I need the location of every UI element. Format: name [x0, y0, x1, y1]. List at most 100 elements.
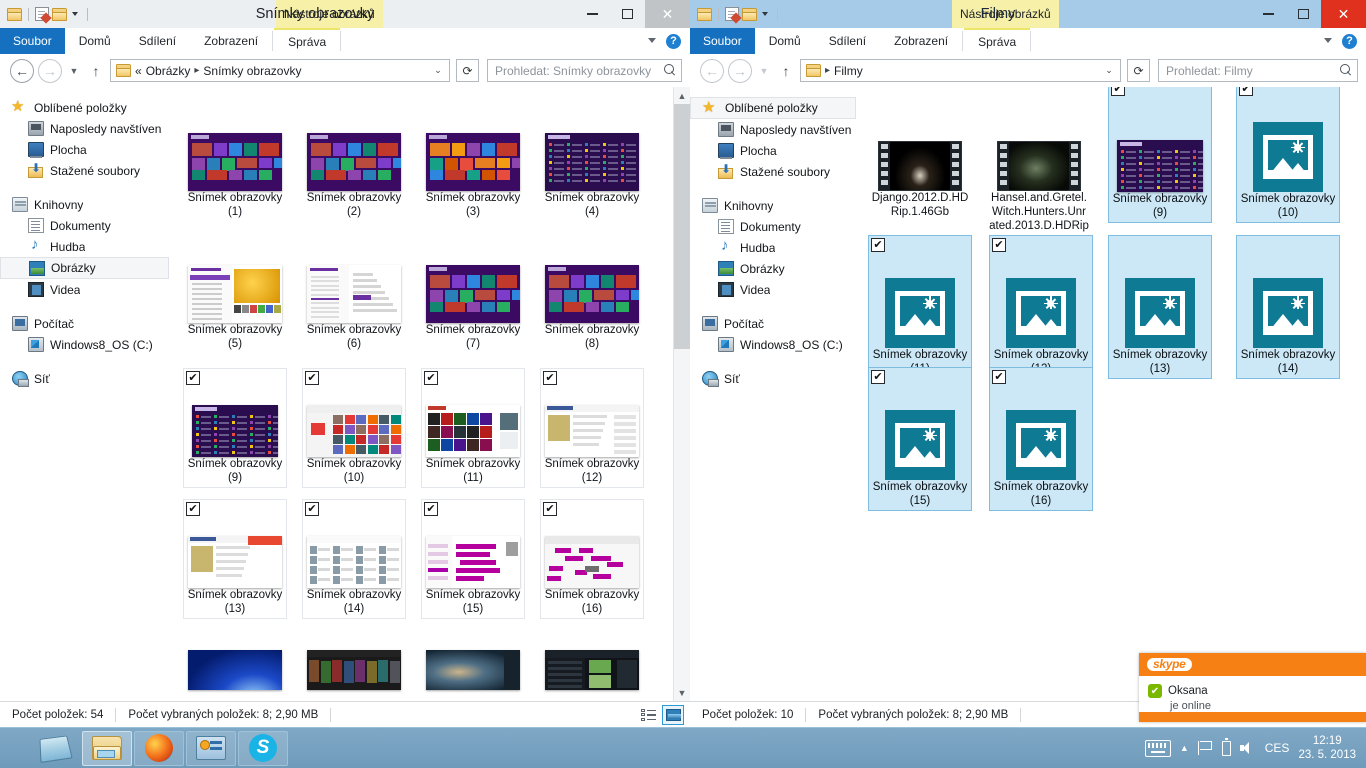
- tab-sprava[interactable]: Správa: [274, 28, 340, 54]
- items-view[interactable]: Django.2012.D.HDRip.1.46GbHansel.and.Gre…: [862, 87, 1366, 701]
- language-indicator[interactable]: CES: [1265, 741, 1290, 755]
- sidebar-item-sta-en-soubory[interactable]: Stažené soubory: [690, 161, 862, 182]
- file-item[interactable]: [421, 630, 525, 692]
- breadcrumb-item-current[interactable]: Filmy: [834, 64, 863, 78]
- speaker-icon[interactable]: [1240, 741, 1256, 755]
- quick-access-toolbar[interactable]: [690, 0, 781, 28]
- folder-icon[interactable]: [697, 8, 712, 21]
- file-item[interactable]: Hansel.and.Gretel.Witch.Hunters.Unrated.…: [987, 105, 1091, 235]
- clock[interactable]: 12:19 23. 5. 2013: [1298, 734, 1356, 762]
- forward-button[interactable]: →: [38, 59, 62, 83]
- item-checkbox[interactable]: ✔: [305, 502, 319, 516]
- file-item[interactable]: ✔Snímek obrazovky (16): [540, 499, 644, 619]
- taskbar[interactable]: S ▲ CES 12:19 23. 5. 2013: [0, 727, 1366, 768]
- file-item[interactable]: ✔Snímek obrazovky (13): [183, 499, 287, 619]
- file-item[interactable]: [302, 630, 406, 692]
- item-checkbox[interactable]: ✔: [186, 502, 200, 516]
- sidebar-item-obl-ben-polo-ky[interactable]: Oblíbené položky: [690, 97, 856, 119]
- address-bar[interactable]: ▸ Filmy ⌄: [800, 59, 1121, 82]
- sidebar-item-plocha[interactable]: Plocha: [690, 140, 862, 161]
- details-view-button[interactable]: [637, 705, 659, 725]
- file-item[interactable]: ✔Snímek obrazovky (14): [302, 499, 406, 619]
- chevron-down-icon[interactable]: [760, 8, 771, 20]
- file-item[interactable]: Snímek obrazovky (6): [302, 237, 406, 353]
- file-item[interactable]: Snímek obrazovky (1): [183, 105, 287, 221]
- file-item[interactable]: Snímek obrazovky (7): [421, 237, 525, 353]
- tab-zobrazeni[interactable]: Zobrazení: [880, 28, 962, 54]
- window-buttons[interactable]: ✕: [575, 0, 690, 28]
- sidebar-item-dokumenty[interactable]: Dokumenty: [690, 216, 862, 237]
- item-checkbox[interactable]: ✔: [992, 370, 1006, 384]
- sidebar-item-obl-ben-polo-ky[interactable]: Oblíbené položky: [0, 97, 175, 118]
- address-dropdown-icon[interactable]: ⌄: [430, 65, 446, 76]
- file-item[interactable]: Snímek obrazovky (2): [302, 105, 406, 221]
- item-checkbox[interactable]: ✔: [543, 371, 557, 385]
- item-checkbox[interactable]: ✔: [543, 502, 557, 516]
- help-icon[interactable]: ?: [666, 34, 681, 49]
- file-item[interactable]: ✔Snímek obrazovky (11): [421, 368, 525, 488]
- navigation-pane[interactable]: Oblíbené položkyNaposledy navštívenPloch…: [690, 87, 862, 701]
- control-panel-button[interactable]: [186, 731, 236, 766]
- refresh-button[interactable]: ⟳: [456, 59, 479, 82]
- file-item[interactable]: [540, 630, 644, 692]
- sidebar-item-hudba[interactable]: Hudba: [0, 236, 175, 257]
- system-tray[interactable]: ▲ CES 12:19 23. 5. 2013: [1145, 728, 1366, 768]
- address-bar[interactable]: « Obrázky ▸ Snímky obrazovky ⌄: [110, 59, 450, 82]
- sidebar-item-po-ta[interactable]: Počítač: [0, 313, 175, 334]
- file-item[interactable]: ✔Snímek obrazovky (12): [540, 368, 644, 488]
- scroll-up-button[interactable]: ▲: [674, 87, 690, 104]
- search-box[interactable]: Prohledat: Filmy: [1158, 59, 1358, 82]
- item-checkbox[interactable]: ✔: [1239, 87, 1253, 96]
- sidebar-item-knihovny[interactable]: Knihovny: [690, 195, 862, 216]
- maximize-button[interactable]: [610, 0, 645, 28]
- maximize-button[interactable]: [1286, 0, 1321, 28]
- search-input[interactable]: Prohledat: Filmy: [1166, 64, 1340, 78]
- file-item[interactable]: Snímek obrazovky (4): [540, 105, 644, 221]
- file-item[interactable]: ✔Snímek obrazovky (15): [868, 367, 972, 511]
- titlebar[interactable]: Nástroje obrázků Filmy ✕: [690, 0, 1366, 28]
- sidebar-item-windows8-os-c[interactable]: Windows8_OS (C:): [0, 334, 175, 355]
- file-item[interactable]: ✔Snímek obrazovky (9): [183, 368, 287, 488]
- item-checkbox[interactable]: ✔: [424, 371, 438, 385]
- tab-sdileni[interactable]: Sdílení: [815, 28, 880, 54]
- address-bar-row[interactable]: ← → ▼ ↑ « Obrázky ▸ Snímky obrazovky ⌄ ⟳…: [0, 54, 690, 87]
- recent-locations-icon[interactable]: ▼: [66, 59, 82, 83]
- recent-locations-icon[interactable]: ▼: [756, 59, 772, 83]
- breadcrumb-item-obrazky[interactable]: Obrázky: [146, 64, 191, 78]
- sidebar-item-s[interactable]: Síť: [0, 368, 175, 389]
- show-desktop-button[interactable]: [30, 731, 80, 766]
- sidebar-item-hudba[interactable]: Hudba: [690, 237, 862, 258]
- sidebar-item-po-ta[interactable]: Počítač: [690, 313, 862, 334]
- minimize-button[interactable]: [575, 0, 610, 28]
- breadcrumb-root[interactable]: «: [135, 64, 142, 78]
- back-button[interactable]: ←: [10, 59, 34, 83]
- file-item[interactable]: Snímek obrazovky (13): [1108, 235, 1212, 379]
- tab-domu[interactable]: Domů: [755, 28, 815, 54]
- refresh-button[interactable]: ⟳: [1127, 59, 1150, 82]
- item-checkbox[interactable]: ✔: [1111, 87, 1125, 96]
- large-icons-view-button[interactable]: [662, 705, 684, 725]
- file-item[interactable]: [183, 630, 287, 692]
- file-item[interactable]: ✔Snímek obrazovky (12): [989, 235, 1093, 379]
- forward-button[interactable]: →: [728, 59, 752, 83]
- search-input[interactable]: Prohledat: Snímky obrazovky: [495, 64, 664, 78]
- file-item[interactable]: ✔Snímek obrazovky (9): [1108, 87, 1212, 223]
- properties-icon[interactable]: [725, 7, 739, 21]
- file-item[interactable]: Django.2012.D.HDRip.1.46Gb: [868, 105, 972, 221]
- ribbon-tabs[interactable]: Soubor Domů Sdílení Zobrazení Správa ?: [0, 28, 690, 54]
- tab-soubor[interactable]: Soubor: [0, 28, 65, 54]
- sidebar-item-naposledy-nav-t-ven[interactable]: Naposledy navštíven: [690, 119, 862, 140]
- start-corner[interactable]: [0, 728, 24, 768]
- tab-domu[interactable]: Domů: [65, 28, 125, 54]
- collapse-ribbon-icon[interactable]: [1324, 37, 1333, 46]
- tab-zobrazeni[interactable]: Zobrazení: [190, 28, 272, 54]
- file-item[interactable]: Snímek obrazovky (8): [540, 237, 644, 353]
- item-checkbox[interactable]: ✔: [992, 238, 1006, 252]
- sidebar-item-obr-zky[interactable]: Obrázky: [0, 257, 169, 279]
- sidebar-item-videa[interactable]: Videa: [690, 279, 862, 300]
- sidebar-item-obr-zky[interactable]: Obrázky: [690, 258, 862, 279]
- action-center-flag-icon[interactable]: [1198, 741, 1213, 755]
- battery-icon[interactable]: [1222, 741, 1231, 756]
- new-folder-icon[interactable]: [52, 8, 67, 21]
- scroll-down-button[interactable]: ▼: [674, 684, 690, 701]
